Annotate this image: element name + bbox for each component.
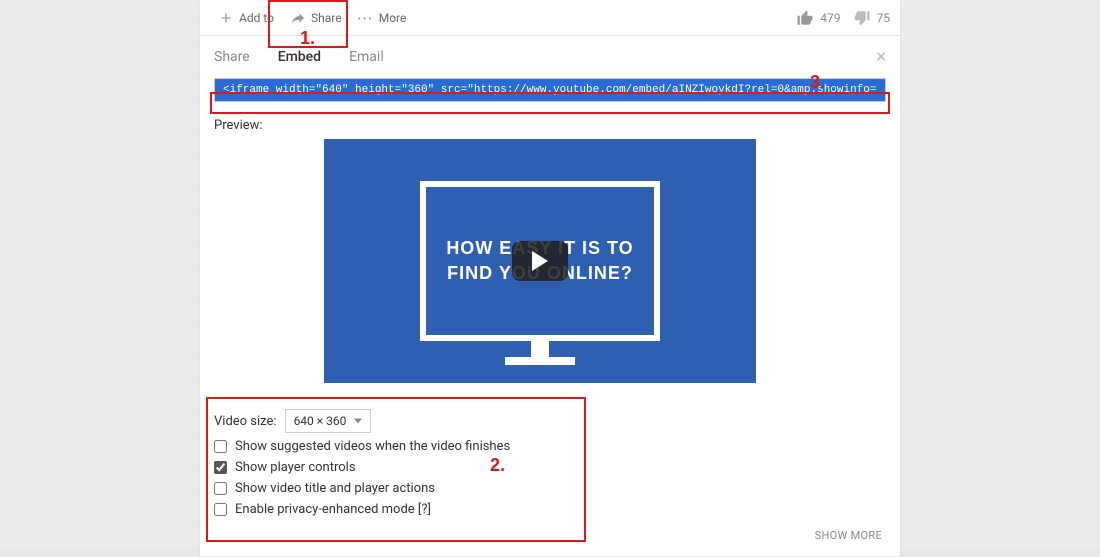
dislike-button[interactable]: 75 bbox=[853, 9, 891, 27]
share-arrow-icon bbox=[290, 10, 306, 26]
thumbs-down-icon bbox=[853, 9, 871, 27]
tab-share[interactable]: Share bbox=[214, 39, 250, 75]
share-panel: Add to Share More 479 75 Share E bbox=[200, 0, 900, 556]
checkbox-privacy[interactable] bbox=[214, 503, 227, 516]
preview-section: Preview: HOW EASY IT IS TO FIND YOU ONLI… bbox=[200, 112, 900, 393]
like-count: 479 bbox=[820, 11, 840, 25]
option-privacy[interactable]: Enable privacy-enhanced mode [?] bbox=[214, 502, 886, 517]
embed-code-row bbox=[200, 78, 900, 112]
checkbox-controls[interactable] bbox=[214, 461, 227, 474]
tab-email[interactable]: Email bbox=[349, 39, 384, 75]
close-icon[interactable]: × bbox=[876, 47, 886, 68]
checkbox-suggested[interactable] bbox=[214, 440, 227, 453]
share-button[interactable]: Share bbox=[282, 6, 350, 30]
add-to-label: Add to bbox=[239, 11, 274, 25]
share-subtabs: Share Embed Email × bbox=[200, 36, 900, 78]
option-titleactions[interactable]: Show video title and player actions bbox=[214, 481, 886, 496]
video-size-select[interactable]: 640 × 360 bbox=[285, 409, 372, 433]
preview-label: Preview: bbox=[214, 118, 886, 133]
more-label: More bbox=[379, 11, 407, 25]
video-action-bar: Add to Share More 479 75 bbox=[200, 0, 900, 36]
like-button[interactable]: 479 bbox=[796, 9, 840, 27]
dislike-count: 75 bbox=[877, 11, 891, 25]
video-size-value: 640 × 360 bbox=[294, 414, 347, 428]
play-button[interactable] bbox=[324, 139, 756, 383]
video-size-label: Video size: bbox=[214, 414, 277, 429]
plus-icon bbox=[218, 10, 234, 26]
video-preview[interactable]: HOW EASY IT IS TO FIND YOU ONLINE? bbox=[324, 139, 756, 383]
embed-options: Video size: 640 × 360 Show suggested vid… bbox=[210, 393, 890, 546]
show-more-button[interactable]: SHOW MORE bbox=[214, 523, 886, 542]
more-button[interactable]: More bbox=[350, 7, 415, 29]
share-label: Share bbox=[311, 11, 342, 25]
embed-code-input[interactable] bbox=[214, 78, 886, 102]
play-icon bbox=[512, 241, 568, 281]
option-controls[interactable]: Show player controls bbox=[214, 460, 886, 475]
thumbs-up-icon bbox=[796, 9, 814, 27]
tab-embed[interactable]: Embed bbox=[278, 39, 321, 75]
more-dots-icon bbox=[358, 11, 374, 25]
option-suggested[interactable]: Show suggested videos when the video fin… bbox=[214, 439, 886, 454]
add-to-button[interactable]: Add to bbox=[210, 6, 282, 30]
checkbox-titleactions[interactable] bbox=[214, 482, 227, 495]
